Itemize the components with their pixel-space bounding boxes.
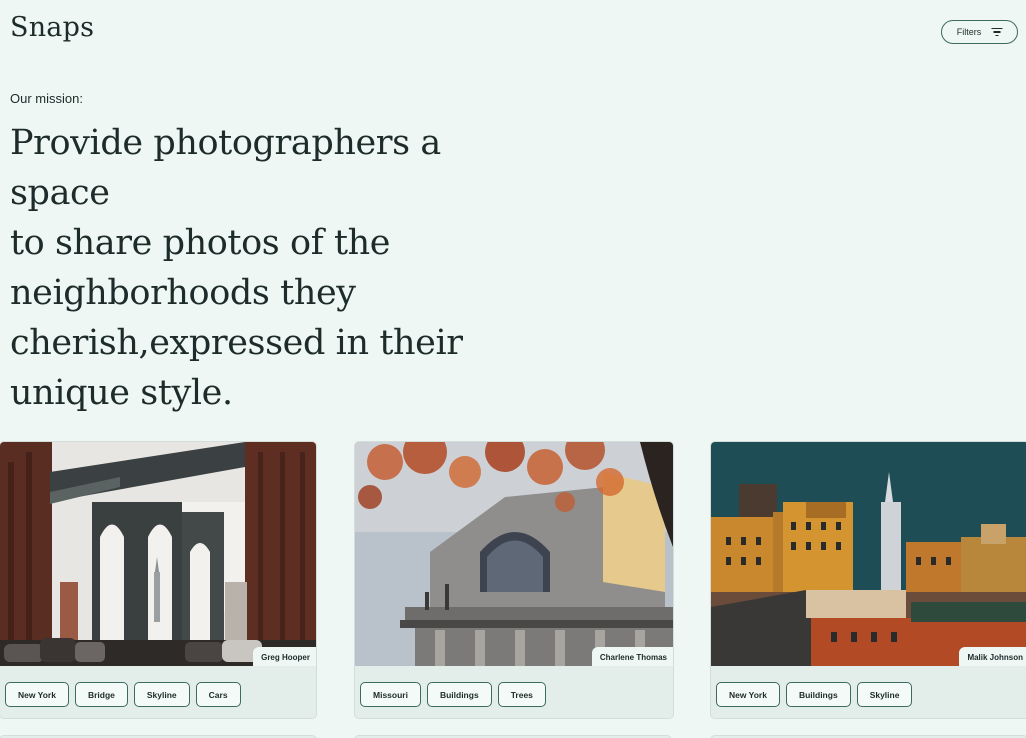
site-header: Snaps Filters: [0, 0, 1026, 60]
tag-button[interactable]: Skyline: [133, 682, 190, 707]
filters-button[interactable]: Filters: [941, 20, 1018, 44]
mission-line: neighborhoods they: [10, 273, 356, 313]
photo-card[interactable]: Greg Hooper New York Bridge Skyline Cars: [0, 441, 317, 719]
tag-button[interactable]: New York: [5, 682, 69, 707]
mission-line: to share photos of the: [10, 223, 391, 263]
filters-button-label: Filters: [956, 27, 982, 37]
mission-label: Our mission:: [10, 91, 83, 106]
photo-card[interactable]: Malik Johnson New York Buildings Skyline: [710, 441, 1026, 719]
tag-button[interactable]: Trees: [497, 682, 546, 707]
filter-icon: [991, 28, 1003, 36]
mission-line: Provide photographers a space: [10, 123, 441, 213]
tag-button[interactable]: Buildings: [785, 682, 851, 707]
mission-line: cherish,expressed in their: [10, 323, 463, 363]
tag-button[interactable]: Bridge: [74, 682, 128, 707]
tag-list: Missouri Buildings Trees: [360, 682, 546, 707]
tag-list: New York Buildings Skyline: [716, 682, 913, 707]
tag-button[interactable]: Cars: [195, 682, 241, 707]
photo-bridge[interactable]: Greg Hooper: [0, 442, 316, 666]
photo-card[interactable]: Charlene Thomas Missouri Buildings Trees: [354, 441, 674, 719]
photographer-credit[interactable]: Greg Hooper: [253, 647, 316, 666]
photo-building-trees[interactable]: Charlene Thomas: [355, 442, 673, 666]
mission-statement: Provide photographers a space to share p…: [10, 118, 550, 418]
tag-button[interactable]: New York: [716, 682, 780, 707]
tag-button[interactable]: Skyline: [856, 682, 913, 707]
mission-line: unique style.: [10, 373, 233, 413]
tag-button[interactable]: Missouri: [360, 682, 421, 707]
photographer-credit[interactable]: Charlene Thomas: [591, 647, 673, 666]
photographer-credit[interactable]: Malik Johnson: [959, 647, 1026, 666]
photo-skyline[interactable]: Malik Johnson: [711, 442, 1026, 666]
tag-list: New York Bridge Skyline Cars: [5, 682, 241, 707]
brand-logo[interactable]: Snaps: [10, 12, 94, 43]
tag-button[interactable]: Buildings: [426, 682, 492, 707]
